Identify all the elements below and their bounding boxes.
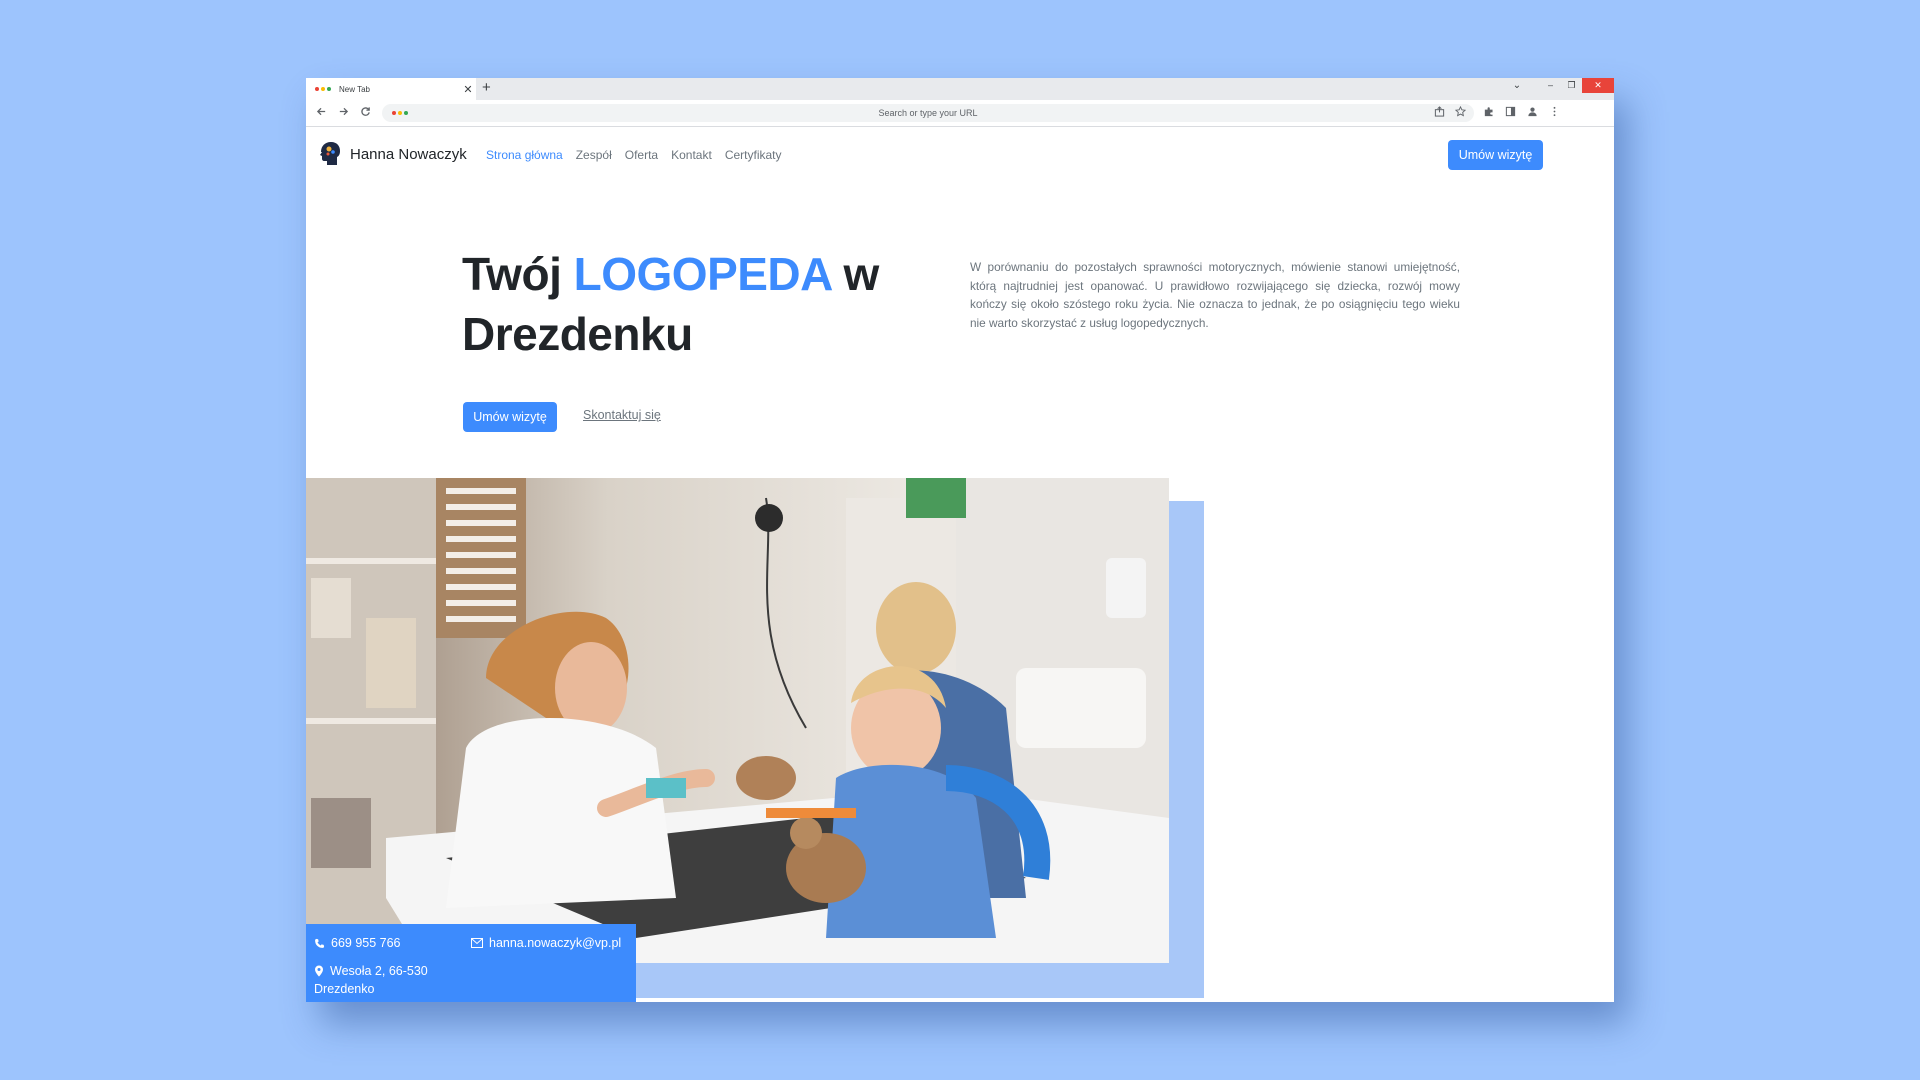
contact-phone[interactable]: 669 955 766 — [314, 936, 401, 950]
share-icon[interactable] — [1434, 106, 1445, 120]
extensions-icon[interactable] — [1480, 106, 1496, 120]
minimize-icon[interactable]: – — [1540, 78, 1561, 93]
nav-item-contact[interactable]: Kontakt — [671, 148, 712, 162]
hero-description: W porównaniu do pozostałych sprawności m… — [970, 260, 1460, 330]
envelope-icon — [471, 938, 483, 948]
tab-close-icon[interactable]: ✕ — [460, 83, 476, 96]
menu-icon[interactable] — [1546, 106, 1562, 120]
nav-item-home[interactable]: Strona główna — [486, 148, 563, 162]
main-nav: Strona główna Zespół Oferta Kontakt Cert… — [486, 148, 782, 162]
contact-address-line1: Wesoła 2, 66-530 — [330, 964, 428, 978]
hero-title: Twój LOGOPEDA w Drezdenku — [462, 244, 902, 364]
forward-icon[interactable] — [332, 106, 354, 120]
brand-name: Hanna Nowaczyk — [350, 145, 467, 163]
nav-item-certificates[interactable]: Certyfikaty — [725, 148, 782, 162]
address-bar[interactable]: Search or type your URL — [382, 104, 1474, 122]
tab-strip: New Tab ✕ + ⌄ – ❐ ✕ — [306, 78, 1614, 100]
tab-search-chevron-icon[interactable]: ⌄ — [1506, 80, 1528, 91]
new-tab-icon[interactable]: + — [482, 79, 491, 96]
contact-address: Wesoła 2, 66-530 Drezdenko — [314, 962, 428, 998]
close-window-icon[interactable]: ✕ — [1582, 78, 1614, 93]
sidepanel-icon[interactable] — [1502, 106, 1518, 120]
hero-title-accent: LOGOPEDA — [573, 248, 832, 300]
tab-title: New Tab — [339, 84, 370, 94]
brand[interactable]: Hanna Nowaczyk — [318, 140, 467, 168]
hero-photo — [306, 478, 1169, 963]
contact-address-line2: Drezdenko — [314, 982, 375, 996]
browser-window: New Tab ✕ + ⌄ – ❐ ✕ Search or type your … — [306, 78, 1614, 1002]
site-header: Hanna Nowaczyk Strona główna Zespół Ofer… — [306, 128, 1614, 184]
phone-icon — [315, 938, 325, 948]
nav-item-team[interactable]: Zespół — [576, 148, 612, 162]
browser-toolbar: Search or type your URL — [306, 100, 1614, 127]
back-icon[interactable] — [310, 106, 332, 120]
hero-contact-link[interactable]: Skontaktuj się — [583, 408, 661, 422]
hero-title-pre: Twój — [462, 248, 574, 300]
star-icon[interactable] — [1454, 105, 1467, 120]
contact-email-text: hanna.nowaczyk@vp.pl — [489, 936, 622, 950]
map-pin-icon — [315, 965, 323, 977]
header-book-visit-button[interactable]: Umów wizytę — [1448, 140, 1543, 170]
address-placeholder: Search or type your URL — [878, 108, 978, 118]
window-controls: ⌄ – ❐ ✕ — [1506, 78, 1614, 93]
restore-icon[interactable]: ❐ — [1561, 78, 1582, 93]
contact-box: 669 955 766 hanna.nowaczyk@vp.pl Wesoła … — [306, 924, 636, 1002]
contact-email[interactable]: hanna.nowaczyk@vp.pl — [471, 936, 621, 950]
hero-book-visit-button[interactable]: Umów wizytę — [463, 402, 557, 432]
reload-icon[interactable] — [354, 106, 376, 120]
head-profile-logo-icon — [320, 142, 340, 165]
browser-tab[interactable]: New Tab ✕ — [306, 78, 476, 100]
contact-phone-text: 669 955 766 — [331, 936, 401, 950]
profile-icon[interactable] — [1524, 106, 1540, 120]
nav-item-offer[interactable]: Oferta — [625, 148, 658, 162]
tab-favicon-icon — [315, 87, 331, 91]
